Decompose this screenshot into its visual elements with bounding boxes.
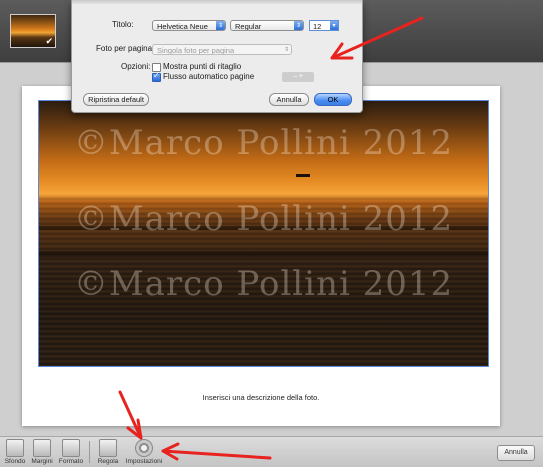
arrow-to-font-size — [330, 16, 424, 60]
arrow-to-impostazioni — [161, 442, 272, 461]
annotation-arrows — [118, 16, 424, 461]
arrow-to-gear — [118, 390, 143, 440]
